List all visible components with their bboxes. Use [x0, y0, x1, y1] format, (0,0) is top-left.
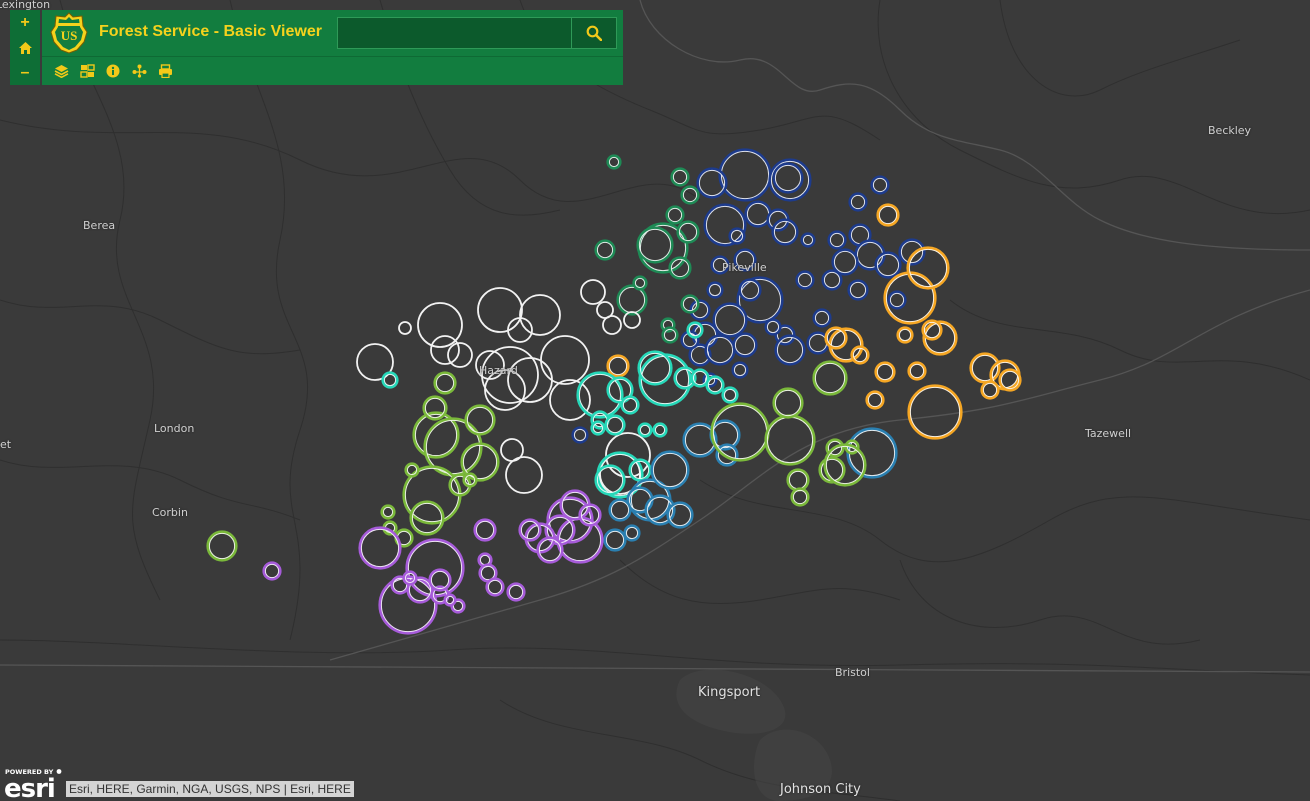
place-label: Tazewell [1085, 427, 1132, 440]
place-label: Pikeville [722, 261, 767, 274]
map-view[interactable] [0, 0, 1310, 801]
place-label: Bristol [835, 666, 870, 679]
search-icon [586, 25, 602, 41]
layers-button[interactable] [48, 59, 74, 83]
search-input[interactable] [338, 18, 572, 48]
share-icon [132, 64, 146, 78]
place-label: et [0, 438, 12, 451]
place-label: Berea [83, 219, 116, 232]
toolbar [42, 57, 623, 85]
basemap-gallery-button[interactable] [74, 59, 100, 83]
zoom-in-button[interactable]: + [10, 10, 40, 35]
place-label: London [154, 422, 195, 435]
place-label: Johnson City [780, 782, 861, 797]
zoom-control: + – [10, 10, 40, 85]
map-attribution: Esri, HERE, Garmin, NGA, USGS, NPS | Esr… [66, 781, 354, 797]
search-button[interactable] [571, 18, 616, 48]
place-label: Corbin [152, 506, 188, 519]
home-button[interactable] [10, 35, 40, 60]
info-icon [106, 64, 120, 78]
share-button[interactable] [126, 59, 152, 83]
app-header: US Forest Service - Basic Viewer [42, 10, 623, 85]
print-icon [158, 64, 172, 78]
forest-service-logo-icon: US [50, 12, 88, 54]
app-title: Forest Service - Basic Viewer [99, 23, 322, 40]
home-icon [18, 41, 32, 54]
place-label: Beckley [1208, 124, 1252, 137]
info-button[interactable] [100, 59, 126, 83]
search-box [337, 17, 617, 49]
place-label: Hazard [479, 364, 518, 377]
basemap-gallery-icon [79, 64, 95, 78]
logo-text: US [61, 28, 78, 43]
zoom-out-button[interactable]: – [10, 60, 40, 85]
layers-icon [54, 65, 68, 78]
esri-logo-icon: POWERED BY esri [4, 768, 62, 800]
place-label: Kingsport [698, 685, 761, 700]
esri-brand-text: esri [4, 774, 55, 800]
print-button[interactable] [152, 59, 178, 83]
